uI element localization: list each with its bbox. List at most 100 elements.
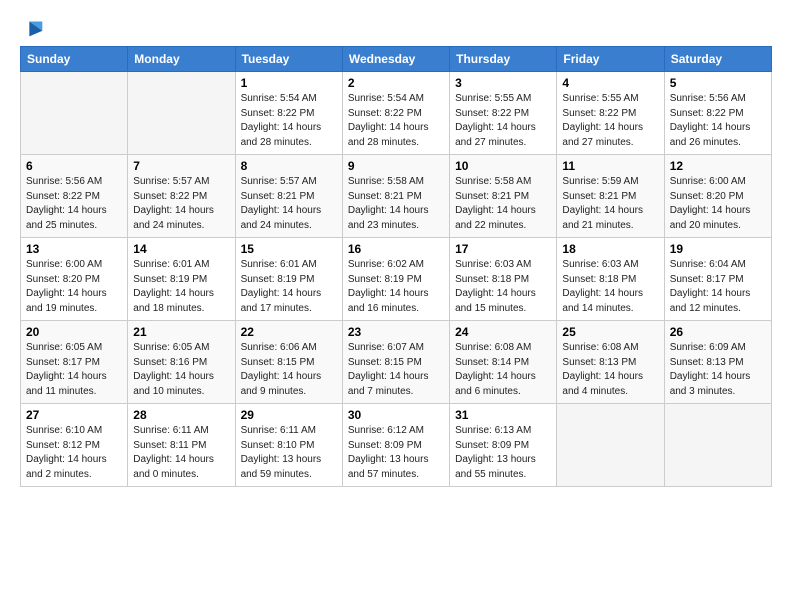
day-detail: Sunrise: 6:04 AM Sunset: 8:17 PM Dayligh… — [670, 258, 766, 316]
day-number: 7 — [133, 159, 229, 173]
day-detail: Sunrise: 5:56 AM Sunset: 8:22 PM Dayligh… — [670, 92, 766, 150]
day-detail: Sunrise: 6:05 AM Sunset: 8:17 PM Dayligh… — [26, 341, 122, 399]
day-detail: Sunrise: 6:00 AM Sunset: 8:20 PM Dayligh… — [26, 258, 122, 316]
day-detail: Sunrise: 5:54 AM Sunset: 8:22 PM Dayligh… — [348, 92, 444, 150]
day-number: 4 — [562, 76, 658, 90]
day-number: 29 — [241, 408, 337, 422]
day-number: 27 — [26, 408, 122, 422]
day-number: 8 — [241, 159, 337, 173]
day-detail: Sunrise: 6:01 AM Sunset: 8:19 PM Dayligh… — [241, 258, 337, 316]
day-detail: Sunrise: 6:06 AM Sunset: 8:15 PM Dayligh… — [241, 341, 337, 399]
calendar-cell: 24 Sunrise: 6:08 AM Sunset: 8:14 PM Dayli… — [450, 321, 557, 404]
calendar-cell: 30 Sunrise: 6:12 AM Sunset: 8:09 PM Dayli… — [342, 404, 449, 487]
day-number: 17 — [455, 242, 551, 256]
calendar-cell: 22 Sunrise: 6:06 AM Sunset: 8:15 PM Dayli… — [235, 321, 342, 404]
day-number: 3 — [455, 76, 551, 90]
calendar-weekday-friday: Friday — [557, 47, 664, 72]
day-number: 23 — [348, 325, 444, 339]
day-number: 11 — [562, 159, 658, 173]
day-detail: Sunrise: 6:01 AM Sunset: 8:19 PM Dayligh… — [133, 258, 229, 316]
day-detail: Sunrise: 6:00 AM Sunset: 8:20 PM Dayligh… — [670, 175, 766, 233]
calendar-cell — [664, 404, 771, 487]
calendar-week-row: 1 Sunrise: 5:54 AM Sunset: 8:22 PM Daylig… — [21, 72, 772, 155]
calendar-cell: 19 Sunrise: 6:04 AM Sunset: 8:17 PM Dayli… — [664, 238, 771, 321]
calendar-cell: 23Sunrise: 6:07 AM Sunset: 8:15 PM Dayli… — [342, 321, 449, 404]
calendar-cell: 27 Sunrise: 6:10 AM Sunset: 8:12 PM Dayli… — [21, 404, 128, 487]
calendar-cell — [128, 72, 235, 155]
day-number: 26 — [670, 325, 766, 339]
calendar-cell: 20 Sunrise: 6:05 AM Sunset: 8:17 PM Dayli… — [21, 321, 128, 404]
day-detail: Sunrise: 6:03 AM Sunset: 8:18 PM Dayligh… — [455, 258, 551, 316]
day-number: 18 — [562, 242, 658, 256]
day-detail: Sunrise: 5:55 AM Sunset: 8:22 PM Dayligh… — [562, 92, 658, 150]
calendar-cell — [557, 404, 664, 487]
day-detail: Sunrise: 6:03 AM Sunset: 8:18 PM Dayligh… — [562, 258, 658, 316]
day-detail: Sunrise: 6:05 AM Sunset: 8:16 PM Dayligh… — [133, 341, 229, 399]
day-detail: Sunrise: 5:54 AM Sunset: 8:22 PM Dayligh… — [241, 92, 337, 150]
day-number: 21 — [133, 325, 229, 339]
calendar-weekday-thursday: Thursday — [450, 47, 557, 72]
calendar-cell: 2 Sunrise: 5:54 AM Sunset: 8:22 PM Daylig… — [342, 72, 449, 155]
day-number: 5 — [670, 76, 766, 90]
day-detail: Sunrise: 5:57 AM Sunset: 8:21 PM Dayligh… — [241, 175, 337, 233]
calendar-cell: 31 Sunrise: 6:13 AM Sunset: 8:09 PM Dayli… — [450, 404, 557, 487]
calendar-cell: 25Sunrise: 6:08 AM Sunset: 8:13 PM Dayli… — [557, 321, 664, 404]
page: SundayMondayTuesdayWednesdayThursdayFrid… — [0, 0, 792, 612]
day-detail: Sunrise: 6:10 AM Sunset: 8:12 PM Dayligh… — [26, 424, 122, 482]
calendar-cell — [21, 72, 128, 155]
day-detail: Sunrise: 5:58 AM Sunset: 8:21 PM Dayligh… — [348, 175, 444, 233]
calendar-cell: 26Sunrise: 6:09 AM Sunset: 8:13 PM Dayli… — [664, 321, 771, 404]
day-number: 6 — [26, 159, 122, 173]
calendar-cell: 6 Sunrise: 5:56 AM Sunset: 8:22 PM Daylig… — [21, 155, 128, 238]
day-detail: Sunrise: 6:13 AM Sunset: 8:09 PM Dayligh… — [455, 424, 551, 482]
calendar-cell: 14 Sunrise: 6:01 AM Sunset: 8:19 PM Dayli… — [128, 238, 235, 321]
day-number: 13 — [26, 242, 122, 256]
calendar-weekday-sunday: Sunday — [21, 47, 128, 72]
calendar-table: SundayMondayTuesdayWednesdayThursdayFrid… — [20, 46, 772, 487]
day-number: 12 — [670, 159, 766, 173]
day-number: 24 — [455, 325, 551, 339]
calendar-cell: 28Sunrise: 6:11 AM Sunset: 8:11 PM Dayli… — [128, 404, 235, 487]
day-number: 15 — [241, 242, 337, 256]
day-number: 30 — [348, 408, 444, 422]
calendar-cell: 4 Sunrise: 5:55 AM Sunset: 8:22 PM Daylig… — [557, 72, 664, 155]
day-number: 25 — [562, 325, 658, 339]
calendar-week-row: 27 Sunrise: 6:10 AM Sunset: 8:12 PM Dayli… — [21, 404, 772, 487]
day-detail: Sunrise: 6:02 AM Sunset: 8:19 PM Dayligh… — [348, 258, 444, 316]
day-number: 14 — [133, 242, 229, 256]
day-number: 1 — [241, 76, 337, 90]
day-number: 20 — [26, 325, 122, 339]
day-number: 22 — [241, 325, 337, 339]
calendar-cell: 9Sunrise: 5:58 AM Sunset: 8:21 PM Daylig… — [342, 155, 449, 238]
calendar-week-row: 6 Sunrise: 5:56 AM Sunset: 8:22 PM Daylig… — [21, 155, 772, 238]
calendar-header-row: SundayMondayTuesdayWednesdayThursdayFrid… — [21, 47, 772, 72]
calendar-cell: 29 Sunrise: 6:11 AM Sunset: 8:10 PM Dayli… — [235, 404, 342, 487]
calendar-cell: 3 Sunrise: 5:55 AM Sunset: 8:22 PM Daylig… — [450, 72, 557, 155]
calendar-weekday-saturday: Saturday — [664, 47, 771, 72]
day-number: 31 — [455, 408, 551, 422]
day-number: 19 — [670, 242, 766, 256]
day-detail: Sunrise: 5:55 AM Sunset: 8:22 PM Dayligh… — [455, 92, 551, 150]
calendar-cell: 10Sunrise: 5:58 AM Sunset: 8:21 PM Dayli… — [450, 155, 557, 238]
calendar-cell: 21 Sunrise: 6:05 AM Sunset: 8:16 PM Dayli… — [128, 321, 235, 404]
logo-icon — [22, 18, 44, 40]
calendar-cell: 8 Sunrise: 5:57 AM Sunset: 8:21 PM Daylig… — [235, 155, 342, 238]
calendar-cell: 16Sunrise: 6:02 AM Sunset: 8:19 PM Dayli… — [342, 238, 449, 321]
calendar-week-row: 20 Sunrise: 6:05 AM Sunset: 8:17 PM Dayli… — [21, 321, 772, 404]
calendar-cell: 7 Sunrise: 5:57 AM Sunset: 8:22 PM Daylig… — [128, 155, 235, 238]
day-number: 2 — [348, 76, 444, 90]
calendar-cell: 15 Sunrise: 6:01 AM Sunset: 8:19 PM Dayli… — [235, 238, 342, 321]
day-detail: Sunrise: 5:56 AM Sunset: 8:22 PM Dayligh… — [26, 175, 122, 233]
day-detail: Sunrise: 5:59 AM Sunset: 8:21 PM Dayligh… — [562, 175, 658, 233]
day-detail: Sunrise: 5:57 AM Sunset: 8:22 PM Dayligh… — [133, 175, 229, 233]
day-number: 28 — [133, 408, 229, 422]
calendar-week-row: 13 Sunrise: 6:00 AM Sunset: 8:20 PM Dayli… — [21, 238, 772, 321]
day-detail: Sunrise: 6:08 AM Sunset: 8:14 PM Dayligh… — [455, 341, 551, 399]
calendar-cell: 12 Sunrise: 6:00 AM Sunset: 8:20 PM Dayli… — [664, 155, 771, 238]
day-detail: Sunrise: 6:11 AM Sunset: 8:10 PM Dayligh… — [241, 424, 337, 482]
calendar-weekday-tuesday: Tuesday — [235, 47, 342, 72]
day-detail: Sunrise: 5:58 AM Sunset: 8:21 PM Dayligh… — [455, 175, 551, 233]
header — [20, 18, 772, 36]
day-detail: Sunrise: 6:12 AM Sunset: 8:09 PM Dayligh… — [348, 424, 444, 482]
calendar-cell: 18 Sunrise: 6:03 AM Sunset: 8:18 PM Dayli… — [557, 238, 664, 321]
